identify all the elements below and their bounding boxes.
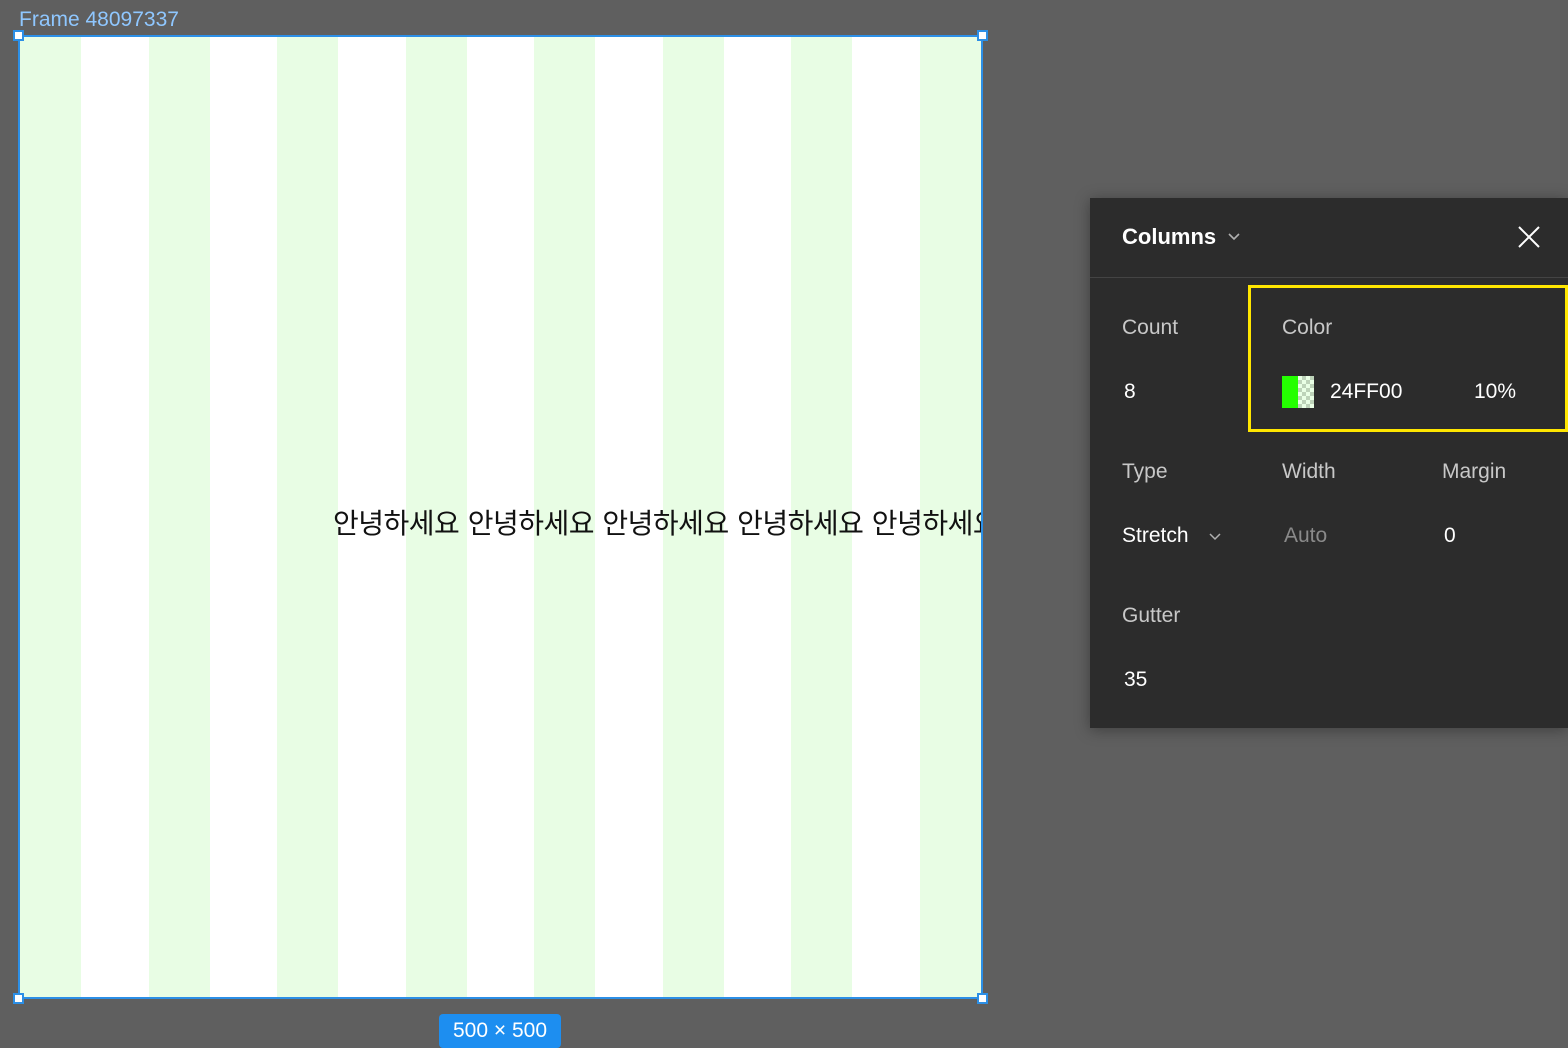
swatch-transparency — [1298, 376, 1314, 408]
design-canvas[interactable]: Frame 48097337 안녕하세요 안녕하세요 안녕하세요 안녕하세요 안… — [0, 0, 1568, 1048]
gutter-label: Gutter — [1122, 604, 1181, 627]
count-label: Count — [1122, 316, 1179, 339]
swatch-solid — [1282, 376, 1298, 408]
close-icon[interactable] — [1514, 222, 1544, 252]
chevron-down-icon[interactable] — [1208, 529, 1222, 543]
chevron-down-icon[interactable] — [1226, 228, 1242, 244]
color-hex-input[interactable]: 24FF00 — [1330, 378, 1402, 406]
width-label: Width — [1282, 460, 1336, 483]
gutter-input[interactable]: 35 — [1124, 666, 1147, 694]
color-label: Color — [1282, 316, 1333, 339]
grid-column — [148, 37, 210, 997]
width-input[interactable]: Auto — [1284, 522, 1327, 550]
grid-column — [277, 37, 339, 997]
margin-input[interactable]: 0 — [1444, 522, 1456, 550]
grid-type-label: Columns — [1122, 224, 1217, 249]
margin-label: Margin — [1442, 460, 1507, 483]
layout-grid-panel: Columns Count 8 Color 24FF00 10% Type St… — [1090, 198, 1568, 728]
color-highlight-box — [1248, 285, 1568, 432]
grid-type-dropdown[interactable]: Columns — [1122, 222, 1216, 252]
resize-handle-top-left[interactable] — [13, 30, 24, 41]
count-input[interactable]: 8 — [1124, 378, 1136, 406]
panel-header: Columns — [1090, 198, 1568, 278]
frame[interactable]: 안녕하세요 안녕하세요 안녕하세요 안녕하세요 안녕하세요 — [18, 35, 983, 999]
type-dropdown[interactable]: Stretch — [1122, 522, 1189, 550]
frame-text-layer[interactable]: 안녕하세요 안녕하세요 안녕하세요 안녕하세요 안녕하세요 — [333, 505, 981, 543]
color-swatch[interactable] — [1282, 376, 1314, 408]
type-label: Type — [1122, 460, 1168, 483]
resize-handle-bottom-left[interactable] — [13, 993, 24, 1004]
frame-name-label[interactable]: Frame 48097337 — [19, 6, 179, 34]
resize-handle-top-right[interactable] — [977, 30, 988, 41]
type-dropdown-value: Stretch — [1122, 524, 1189, 547]
color-opacity-input[interactable]: 10% — [1474, 378, 1516, 406]
resize-handle-bottom-right[interactable] — [977, 993, 988, 1004]
frame-size-badge: 500 × 500 — [439, 1014, 561, 1048]
grid-column — [20, 37, 82, 997]
